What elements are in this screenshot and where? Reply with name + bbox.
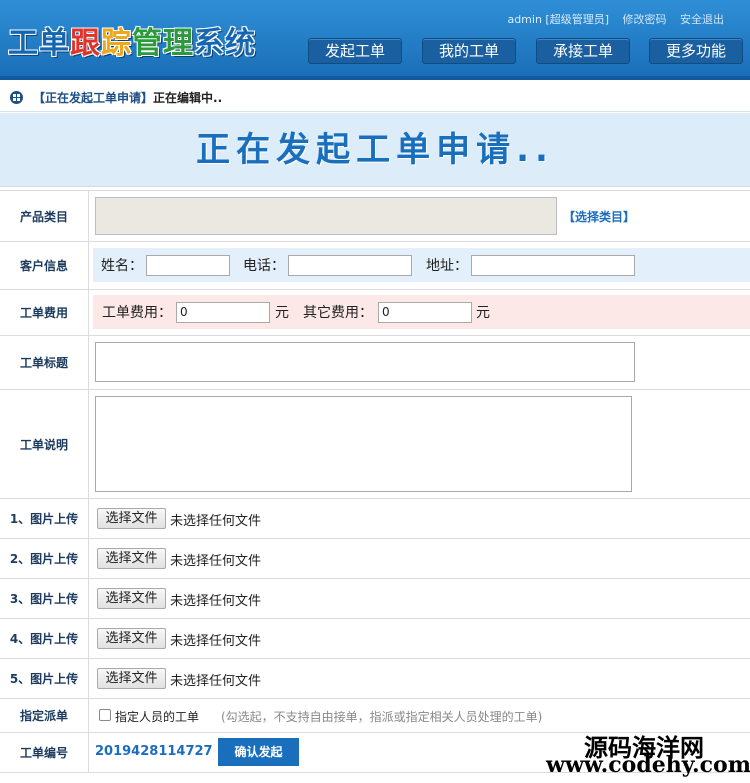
page-title: 正在发起工单申请..	[0, 113, 750, 187]
description-row: 工单说明	[0, 390, 750, 499]
logo-part: 踪	[101, 26, 132, 61]
category-label: 产品类目	[0, 191, 89, 241]
logo-part: 系统	[194, 26, 256, 61]
phone-label: 电话：	[243, 258, 285, 274]
nav-more[interactable]: 更多功能	[649, 38, 743, 64]
file-status: 未选择任何文件	[170, 554, 262, 569]
assign-checkbox-label: 指定人员的工单	[115, 710, 200, 724]
choose-file-button[interactable]: 选择文件	[97, 548, 166, 569]
ticket-title-input[interactable]	[95, 342, 635, 382]
upload-label: 1、图片上传	[0, 499, 89, 538]
nav-my-tickets[interactable]: 我的工单	[422, 38, 516, 64]
breadcrumb-status: 正在编辑中..	[153, 91, 223, 105]
fee-amount-input[interactable]: 0	[176, 302, 270, 323]
customer-row: 客户信息 姓名： 电话： 地址：	[0, 242, 750, 290]
ticket-description-textarea[interactable]	[95, 396, 632, 492]
upload-row: 1、图片上传 选择文件 未选择任何文件	[0, 499, 750, 539]
upload-row: 4、图片上传 选择文件 未选择任何文件	[0, 619, 750, 659]
address-label: 地址：	[426, 258, 468, 274]
grid-icon	[10, 91, 23, 104]
other-fee-unit: 元	[476, 305, 490, 321]
submit-button[interactable]: 确认发起	[218, 738, 299, 766]
change-password-link[interactable]: 修改密码	[623, 13, 667, 26]
current-user-link[interactable]: admin [超级管理员]	[507, 13, 609, 26]
description-label: 工单说明	[0, 390, 89, 498]
assign-checkbox[interactable]	[99, 709, 111, 721]
file-status: 未选择任何文件	[170, 514, 262, 529]
top-links: admin [超级管理员] 修改密码 安全退出	[497, 11, 724, 27]
file-status: 未选择任何文件	[170, 594, 262, 609]
choose-file-button[interactable]: 选择文件	[97, 588, 166, 609]
upload-label: 5、图片上传	[0, 659, 89, 698]
customer-phone-input[interactable]	[288, 255, 412, 276]
title-row: 工单标题	[0, 336, 750, 390]
upload-row: 5、图片上传 选择文件 未选择任何文件	[0, 659, 750, 699]
fee-unit: 元	[275, 305, 289, 321]
category-row: 产品类目 【选择类目】	[0, 190, 750, 242]
choose-file-button[interactable]: 选择文件	[97, 628, 166, 649]
file-status: 未选择任何文件	[170, 634, 262, 649]
app-logo: 工单跟踪管理系统	[8, 18, 256, 62]
fee-amount-label: 工单费用：	[102, 305, 172, 321]
other-fee-label: 其它费用：	[303, 305, 373, 321]
upload-label: 4、图片上传	[0, 619, 89, 658]
choose-file-button[interactable]: 选择文件	[97, 668, 166, 689]
other-fee-input[interactable]: 0	[378, 302, 472, 323]
title-label: 工单标题	[0, 336, 89, 389]
upload-row: 3、图片上传 选择文件 未选择任何文件	[0, 579, 750, 619]
nav-start-ticket[interactable]: 发起工单	[308, 38, 402, 64]
assign-label: 指定派单	[0, 699, 89, 732]
nav-accepted-tickets[interactable]: 承接工单	[536, 38, 630, 64]
breadcrumb: 【正在发起工单申请】正在编辑中..	[0, 84, 750, 112]
logo-part: 管理	[132, 26, 194, 61]
customer-label: 客户信息	[0, 242, 89, 289]
ticket-number: 2019428114727	[95, 744, 213, 759]
customer-name-input[interactable]	[146, 255, 230, 276]
upload-label: 2、图片上传	[0, 539, 89, 578]
logo-part: 工单	[8, 26, 70, 61]
name-label: 姓名：	[101, 258, 143, 274]
category-field[interactable]	[95, 197, 557, 235]
breadcrumb-current: 【正在发起工单申请】	[33, 91, 154, 105]
choose-file-button[interactable]: 选择文件	[97, 508, 166, 529]
watermark-url: www.codehy.com	[546, 752, 750, 778]
customer-address-input[interactable]	[471, 255, 635, 276]
logo-part: 跟	[70, 26, 101, 61]
file-status: 未选择任何文件	[170, 674, 262, 689]
header: 工单跟踪管理系统 admin [超级管理员] 修改密码 安全退出 发起工单 我的…	[0, 0, 750, 80]
fee-row: 工单费用 工单费用： 0 元 其它费用： 0 元	[0, 290, 750, 336]
number-label: 工单编号	[0, 733, 89, 772]
upload-label: 3、图片上传	[0, 579, 89, 618]
assign-hint: (勾选起，不支持自由接单，指派或指定相关人员处理的工单)	[221, 710, 543, 724]
upload-row: 2、图片上传 选择文件 未选择任何文件	[0, 539, 750, 579]
logout-link[interactable]: 安全退出	[680, 13, 724, 26]
fee-label: 工单费用	[0, 290, 89, 335]
select-category-link[interactable]: 【选择类目】	[563, 208, 635, 225]
